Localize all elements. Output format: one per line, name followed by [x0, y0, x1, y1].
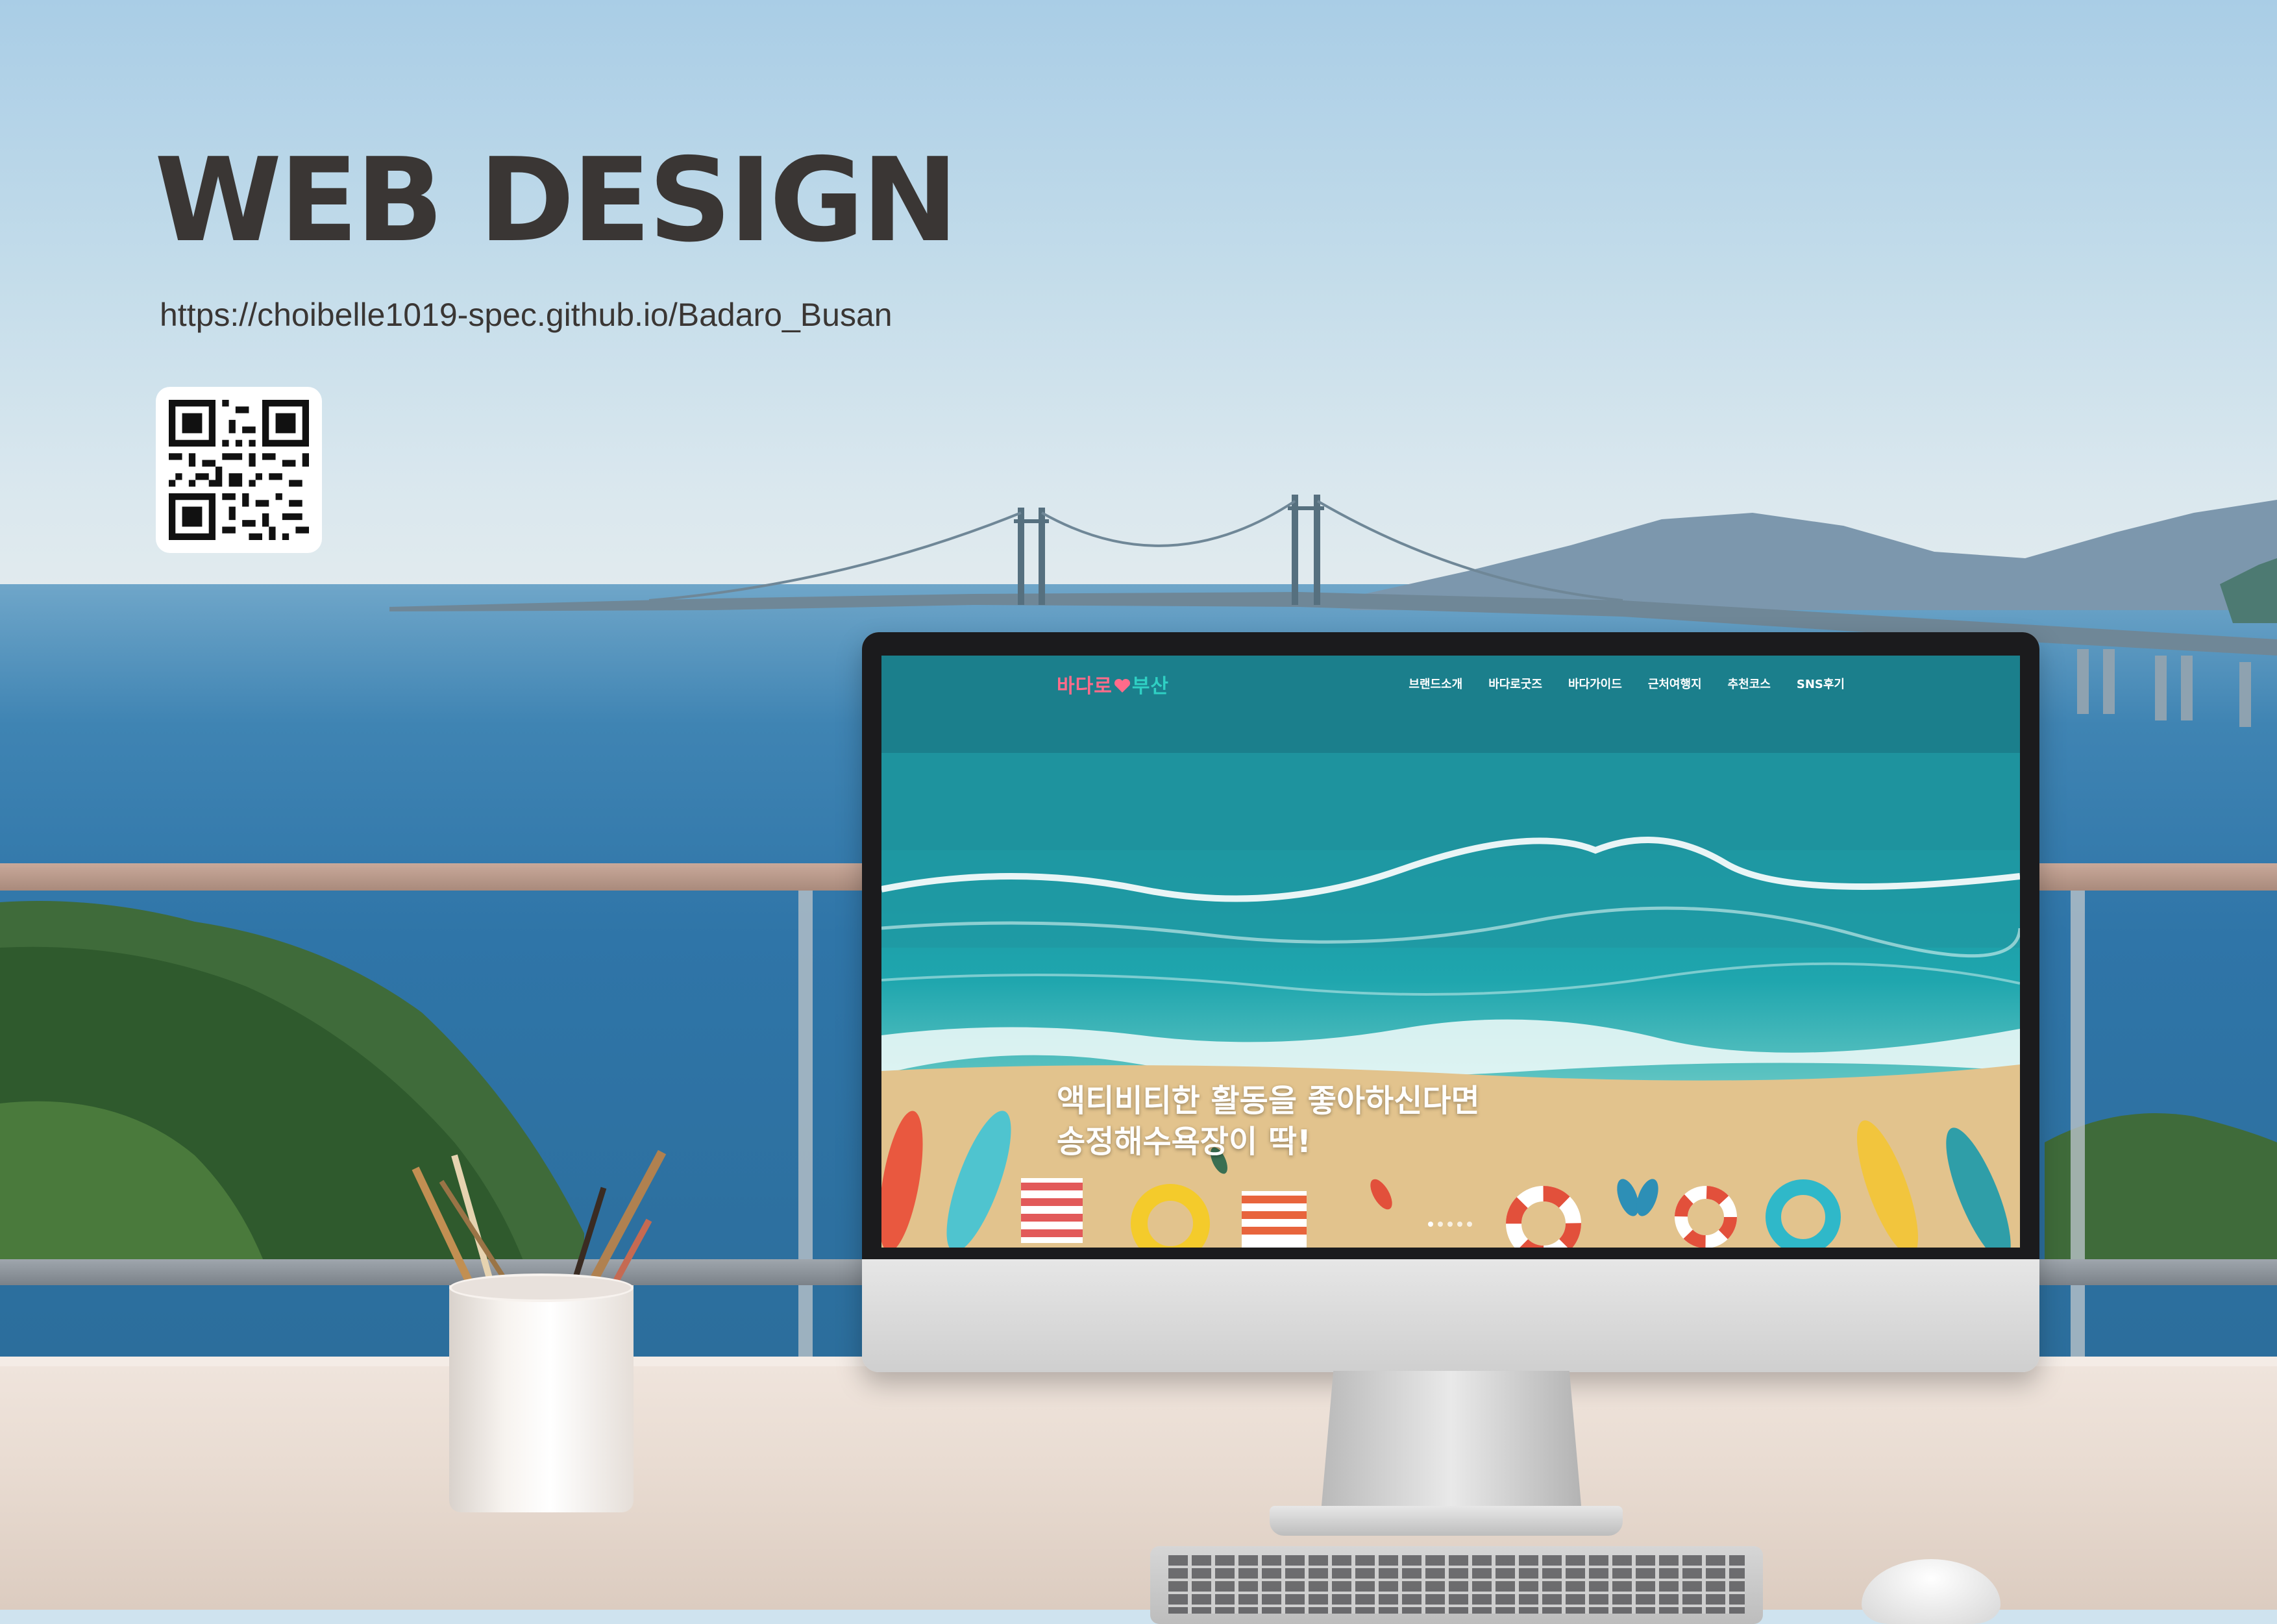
site-logo[interactable]: 바다로 부산: [1057, 670, 1169, 698]
keyboard-rows: [1168, 1555, 1745, 1614]
website-screen: 바다로 부산 브랜드소개 바다로굿즈 바다가이드 근처여행지 추천코스 SNS후기…: [881, 656, 2020, 1248]
nav-item-guide[interactable]: 바다가이드: [1568, 675, 1622, 692]
site-logo-text-1: 바다로: [1057, 675, 1113, 698]
slider-dot[interactable]: [1467, 1222, 1472, 1227]
nav-item-goods[interactable]: 바다로굿즈: [1488, 675, 1542, 692]
site-nav: 브랜드소개 바다로굿즈 바다가이드 근처여행지 추천코스 SNS후기: [1409, 675, 1845, 692]
nav-item-course[interactable]: 추천코스: [1728, 675, 1771, 692]
hero-line-2: 송정해수욕장이 딱!: [1057, 1124, 1311, 1161]
pencil-cup: [449, 1285, 634, 1512]
pencil-cup-rim: [449, 1273, 634, 1302]
site-logo-text-2: 부산: [1131, 675, 1170, 698]
nav-item-brand[interactable]: 브랜드소개: [1409, 675, 1462, 692]
slider-dot[interactable]: [1447, 1222, 1453, 1227]
hero-line-1: 액티비티한 활동을 좋아하신다면: [1057, 1083, 1480, 1119]
hero-copy: 액티비티한 활동을 좋아하신다면 송정해수욕장이 딱!: [1057, 1081, 1480, 1163]
slider-dot[interactable]: [1428, 1222, 1433, 1227]
slider-dot[interactable]: [1438, 1222, 1443, 1227]
monitor-stand-base: [1270, 1506, 1623, 1536]
slider-dots: [1428, 1222, 1472, 1227]
heart-icon: [1114, 678, 1130, 693]
nav-item-nearby[interactable]: 근처여행지: [1648, 675, 1702, 692]
slider-dot[interactable]: [1457, 1222, 1462, 1227]
nav-item-sns[interactable]: SNS후기: [1797, 675, 1845, 692]
monitor-chin: [862, 1259, 2039, 1372]
monitor-stand: [1320, 1371, 1582, 1520]
